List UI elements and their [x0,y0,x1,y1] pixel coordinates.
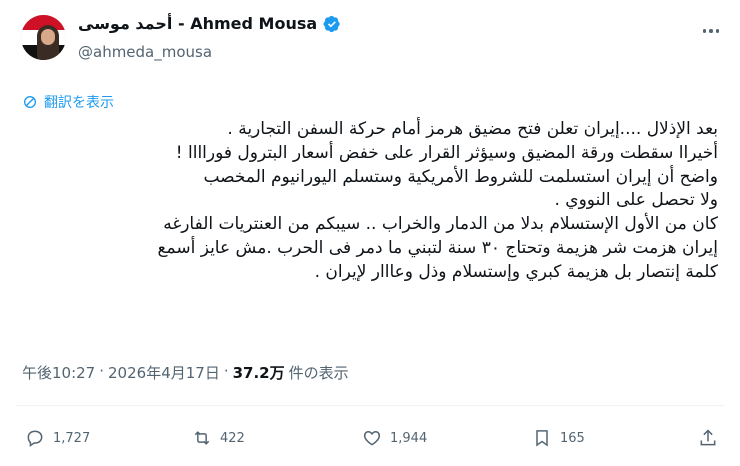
repost-count: 422 [220,430,245,446]
more-icon[interactable] [696,26,726,36]
views-count: 37.2万 [232,364,285,382]
tweet-line: أخيراا سقطت ورقة المضيق وسيؤثر القرار عل… [175,142,718,163]
repost-icon [194,431,210,445]
tweet-text: بعد الإذلال ....إيران تعلن فتح مضيق هرمز… [18,118,718,285]
tweet-line: ولا تحصل على النووي . [554,190,718,211]
views-label: 件の表示 [288,364,349,382]
repost-button[interactable]: 422 [192,420,245,456]
avatar[interactable] [21,15,66,60]
like-count: 1,944 [390,430,428,446]
translate-icon [24,96,36,108]
verified-badge-icon [323,15,340,32]
bookmark-button[interactable]: 165 [532,420,585,456]
more-dot [709,29,713,33]
divider [16,405,724,406]
like-button[interactable]: 1,944 [362,420,427,456]
tweet-line: إيران هزمت شر هزيمة وتحتاج ٣٠ سنة لتبني … [157,237,718,258]
reply-button[interactable]: 1,727 [25,420,90,456]
tweet-time[interactable]: 午後10:27 [22,362,95,383]
tweet-date[interactable]: 2026年4月17日 [108,362,220,383]
more-dot [715,29,720,33]
tweet-line: كلمة إنتصار بل هزيمة كبري وإستسلام وذل و… [314,261,718,282]
share-icon [700,429,716,446]
meta-separator: · [99,362,105,380]
author-name-row: أحمد موسى - Ahmed Mousa [78,14,341,33]
action-bar: 1,727 422 1,944 165 [0,420,740,456]
bookmark-count: 165 [560,430,585,446]
tweet-line: واضح أن إيران استسلمت للشروط الأمريكية و… [203,166,718,187]
bookmark-icon [536,430,548,447]
more-dot [702,29,707,33]
avatar-face [41,29,55,45]
tweet-meta: 午後10:27 · 2026年4月17日 · 37.2万 件の表示 [22,362,349,383]
like-icon [363,430,381,446]
tweet-line: كان من الأول الإستسلام بدلا من الدمار وا… [163,214,718,235]
reply-count: 1,727 [53,430,91,446]
meta-separator: · [223,362,229,380]
tweet-line: بعد الإذلال ....إيران تعلن فتح مضيق هرمز… [227,119,718,139]
translate-link[interactable]: 翻訳を表示 [22,92,114,112]
author-handle[interactable]: @ahmeda_mousa [78,43,212,61]
author-display-name[interactable]: أحمد موسى - Ahmed Mousa [78,14,317,33]
reply-icon [27,430,43,447]
share-button[interactable] [698,420,718,456]
translate-label: 翻訳を表示 [44,95,114,111]
